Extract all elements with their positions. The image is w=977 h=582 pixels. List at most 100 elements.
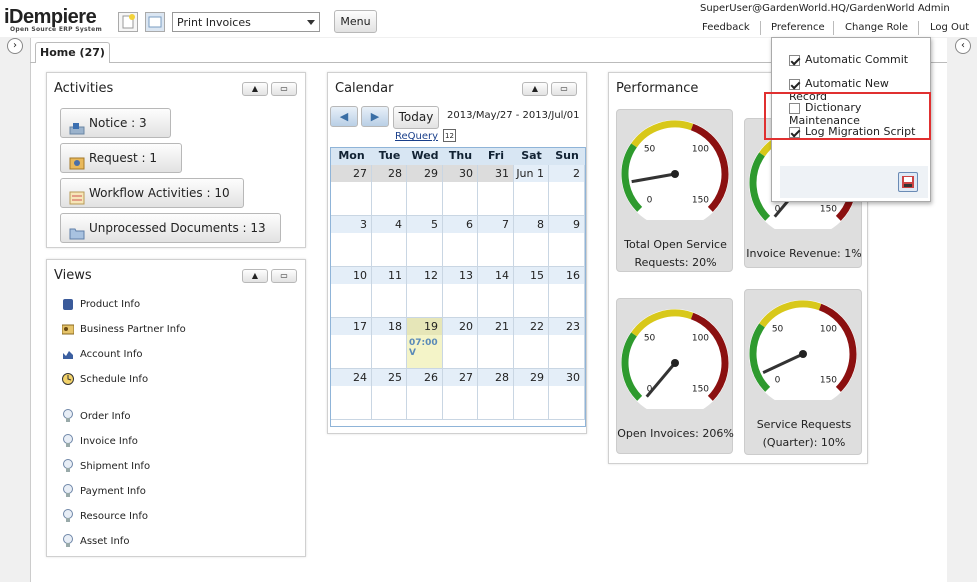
calendar-day-cell[interactable]: 30 bbox=[443, 165, 478, 216]
maximize-button[interactable]: ▭ bbox=[551, 82, 577, 96]
checkbox-automatic-new-record[interactable] bbox=[789, 78, 800, 90]
day-number: 28 bbox=[388, 167, 402, 180]
next-button[interactable]: ▶ bbox=[361, 106, 389, 127]
day-number: 8 bbox=[537, 218, 544, 231]
calendar-day-cell[interactable]: 18 bbox=[372, 318, 407, 369]
calendar-day-cell[interactable]: 2 bbox=[549, 165, 585, 216]
new-note-icon[interactable] bbox=[118, 12, 138, 32]
calendar-day-cell[interactable]: 6 bbox=[443, 216, 478, 267]
payment-info-link[interactable]: Payment Info bbox=[62, 484, 146, 498]
business-partner-info-link[interactable]: Business Partner Info bbox=[61, 322, 186, 336]
calendar-day-cell[interactable]: 19 07:00 V bbox=[407, 318, 443, 369]
menu-button[interactable]: Menu bbox=[334, 10, 377, 33]
collapse-button[interactable]: ▲ bbox=[242, 82, 268, 96]
gauge-label: Open Invoices: 206% bbox=[617, 427, 734, 440]
feedback-link[interactable]: Feedback bbox=[702, 22, 750, 33]
window-icon[interactable] bbox=[145, 12, 165, 32]
calendar-day-cell[interactable]: Jun 1 bbox=[514, 165, 549, 216]
gauge-tick-label: 50 bbox=[644, 334, 656, 344]
expand-left-icon[interactable]: › bbox=[7, 38, 23, 54]
calendar-day-cell[interactable]: 3 bbox=[331, 216, 372, 267]
automatic-commit-option[interactable]: Automatic Commit bbox=[789, 53, 908, 66]
day-number: 27 bbox=[353, 167, 367, 180]
calendar-day-cell[interactable]: 23 bbox=[549, 318, 585, 369]
calendar-day-cell[interactable]: 27 bbox=[443, 369, 478, 420]
day-number: 15 bbox=[530, 269, 544, 282]
invoice-info-link[interactable]: Invoice Info bbox=[62, 434, 138, 448]
resource-info-link[interactable]: Resource Info bbox=[62, 509, 148, 523]
calendar-day-cell[interactable]: 15 bbox=[514, 267, 549, 318]
link-divider bbox=[833, 21, 834, 35]
asset-info-link[interactable]: Asset Info bbox=[62, 534, 129, 548]
unprocessed-documents-button[interactable]: Unprocessed Documents : 13 bbox=[60, 213, 281, 243]
gauge-card[interactable]: 0 50 100 150 Service Requests (Quarter): 10… bbox=[744, 289, 862, 455]
calendar-day-cell[interactable]: 30 bbox=[549, 369, 585, 420]
calendar-day-cell[interactable]: 24 bbox=[331, 369, 372, 420]
maximize-button[interactable]: ▭ bbox=[271, 269, 297, 283]
business-partner-icon bbox=[61, 322, 75, 336]
calendar-event[interactable]: 07:00 V bbox=[409, 338, 442, 358]
calendar-day-cell[interactable]: 28 bbox=[478, 369, 514, 420]
calendar-day-cell[interactable]: 9 bbox=[549, 216, 585, 267]
preference-link[interactable]: Preference bbox=[771, 22, 825, 33]
calendar-day-cell[interactable]: 29 bbox=[407, 165, 443, 216]
requery-link[interactable]: ReQuery bbox=[395, 131, 438, 142]
day-number: 5 bbox=[431, 218, 438, 231]
workflow-activities-button[interactable]: Workflow Activities : 10 bbox=[60, 178, 244, 208]
product-info-link[interactable]: Product Info bbox=[62, 297, 140, 311]
gauge-tick-label: 0 bbox=[647, 195, 653, 205]
calendar-day-cell[interactable]: 31 bbox=[478, 165, 514, 216]
notice-label: Notice : 3 bbox=[89, 116, 147, 130]
account-info-link[interactable]: Account Info bbox=[62, 347, 142, 361]
collapse-button[interactable]: ▲ bbox=[242, 269, 268, 283]
collapse-right-icon[interactable]: ‹ bbox=[955, 38, 971, 54]
schedule-info-link[interactable]: Schedule Info bbox=[62, 372, 148, 386]
calendar-day-cell[interactable]: 14 bbox=[478, 267, 514, 318]
logout-link[interactable]: Log Out bbox=[930, 22, 969, 33]
process-select[interactable]: Print Invoices bbox=[172, 12, 320, 32]
checkbox-automatic-commit[interactable] bbox=[789, 54, 800, 66]
calendar-day-cell[interactable]: 21 bbox=[478, 318, 514, 369]
calendar-day-cell[interactable]: 8 bbox=[514, 216, 549, 267]
calendar-day-cell[interactable]: 5 bbox=[407, 216, 443, 267]
calendar-day-cell[interactable]: 4 bbox=[372, 216, 407, 267]
previous-button[interactable]: ◀ bbox=[330, 106, 358, 127]
logo-subtitle: Open Source ERP System bbox=[10, 26, 103, 33]
calendar-day-cell[interactable]: 11 bbox=[372, 267, 407, 318]
calendar-icon[interactable]: 12 bbox=[443, 129, 456, 142]
order-info-link[interactable]: Order Info bbox=[62, 409, 131, 423]
tab-home[interactable]: Home (27) bbox=[35, 42, 110, 63]
calendar-day-cell[interactable]: 26 bbox=[407, 369, 443, 420]
notice-button[interactable]: Notice : 3 bbox=[60, 108, 171, 138]
gauge-card[interactable]: 0 50 100 150 Open Invoices: 206% bbox=[616, 298, 734, 454]
calendar-title: Calendar bbox=[335, 81, 394, 96]
today-button[interactable]: Today bbox=[393, 106, 439, 129]
calendar-day-cell[interactable]: 10 bbox=[331, 267, 372, 318]
calendar-day-cell[interactable]: 13 bbox=[443, 267, 478, 318]
calendar-day-cell[interactable]: 28 bbox=[372, 165, 407, 216]
request-button[interactable]: Request : 1 bbox=[60, 143, 182, 173]
calendar-body: 27 28 29 30 31 Jun 1 2 3 4 5 6 7 8 9 10 11 12 13 14 15 16 17 1… bbox=[331, 165, 585, 421]
calendar-day-cell[interactable]: 12 bbox=[407, 267, 443, 318]
calendar-grid: Mon Tue Wed Thu Fri Sat Sun 27 28 29 30 31 Jun 1234… bbox=[330, 147, 586, 427]
maximize-button[interactable]: ▭ bbox=[271, 82, 297, 96]
calendar-day-cell[interactable]: 29 bbox=[514, 369, 549, 420]
calendar-day-cell[interactable]: 7 bbox=[478, 216, 514, 267]
collapse-button[interactable]: ▲ bbox=[522, 82, 548, 96]
day-header: Sat bbox=[521, 149, 542, 162]
calendar-day-cell[interactable]: 16 bbox=[549, 267, 585, 318]
calendar-day-cell[interactable]: 20 bbox=[443, 318, 478, 369]
change-role-link[interactable]: Change Role bbox=[845, 22, 908, 33]
day-header: Fri bbox=[487, 149, 504, 162]
request-label: Request : 1 bbox=[89, 151, 158, 165]
shipment-info-link[interactable]: Shipment Info bbox=[62, 459, 150, 473]
day-number: 19 bbox=[424, 320, 438, 333]
day-number: 27 bbox=[459, 371, 473, 384]
day-number: 23 bbox=[566, 320, 580, 333]
calendar-day-cell[interactable]: 27 bbox=[331, 165, 372, 216]
save-icon[interactable] bbox=[898, 172, 918, 192]
calendar-day-cell[interactable]: 17 bbox=[331, 318, 372, 369]
calendar-day-cell[interactable]: 25 bbox=[372, 369, 407, 420]
gauge-card[interactable]: 0 50 100 150 Total Open Service Requests: 2… bbox=[616, 109, 733, 272]
calendar-day-cell[interactable]: 22 bbox=[514, 318, 549, 369]
